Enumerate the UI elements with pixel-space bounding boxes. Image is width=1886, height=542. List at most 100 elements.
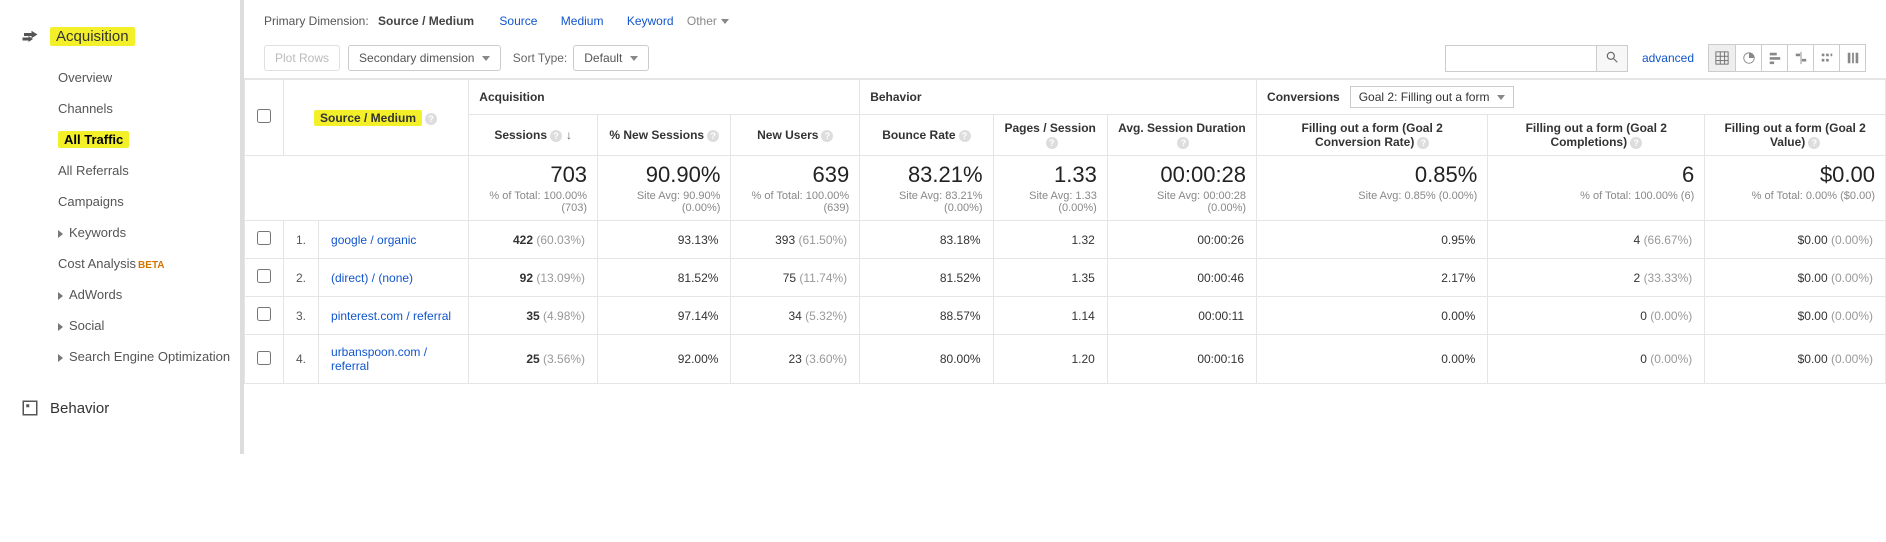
source-link[interactable]: google / organic <box>331 233 416 247</box>
sidebar-item-all-traffic[interactable]: All Traffic <box>58 124 240 155</box>
sidebar-item-keywords[interactable]: Keywords <box>58 217 240 248</box>
sidebar-item-overview[interactable]: Overview <box>58 62 240 93</box>
search-input[interactable] <box>1446 46 1596 70</box>
total-g2val: $0.00% of Total: 0.00% ($0.00) <box>1705 156 1886 221</box>
primary-dimension-bar: Primary Dimension: Source / Medium Sourc… <box>244 0 1886 38</box>
total-g2rate: 0.85%Site Avg: 0.85% (0.00%) <box>1257 156 1488 221</box>
help-icon: ? <box>1177 137 1189 149</box>
source-link[interactable]: pinterest.com / referral <box>331 309 451 323</box>
cell-g2rate: 0.00% <box>1257 297 1488 335</box>
cell-duration: 00:00:11 <box>1107 297 1256 335</box>
group-conversions: ConversionsGoal 2: Filling out a form <box>1257 80 1886 115</box>
search-button[interactable] <box>1596 46 1627 71</box>
total-bounce: 83.21%Site Avg: 83.21% (0.00%) <box>860 156 993 221</box>
total-sessions: 703% of Total: 100.00% (703) <box>469 156 598 221</box>
col-goal2-completions[interactable]: Filling out a form (Goal 2 Completions)? <box>1488 115 1705 156</box>
group-behavior: Behavior <box>860 80 1257 115</box>
conversion-goal-select[interactable]: Goal 2: Filling out a form <box>1350 86 1514 108</box>
cell-new-sessions: 97.14% <box>598 297 731 335</box>
chevron-down-icon <box>482 56 490 61</box>
col-goal2-rate[interactable]: Filling out a form (Goal 2 Conversion Ra… <box>1257 115 1488 156</box>
row-index: 1. <box>284 221 319 259</box>
view-pie-button[interactable] <box>1735 45 1761 71</box>
col-pages-session[interactable]: Pages / Session? <box>993 115 1107 156</box>
nav-section-behavior[interactable]: Behavior <box>0 392 240 424</box>
sidebar-item-cost-analysis[interactable]: Cost AnalysisBETA <box>58 248 240 279</box>
sidebar-item-social[interactable]: Social <box>58 310 240 341</box>
table-row: 2.(direct) / (none)92 (13.09%)81.52%75 (… <box>245 259 1886 297</box>
view-cloud-button[interactable] <box>1813 45 1839 71</box>
behavior-icon <box>20 398 40 418</box>
cell-new-users: 75 (11.74%) <box>731 259 860 297</box>
cell-new-sessions: 92.00% <box>598 335 731 384</box>
row-checkbox[interactable] <box>257 269 271 283</box>
view-table-button[interactable] <box>1709 45 1735 71</box>
sort-type-select[interactable]: Default <box>573 45 648 71</box>
cell-sessions: 422 (60.03%) <box>469 221 598 259</box>
col-sessions[interactable]: Sessions?↓ <box>469 115 598 156</box>
row-checkbox[interactable] <box>257 231 271 245</box>
view-pivot-button[interactable] <box>1839 45 1865 71</box>
cell-duration: 00:00:16 <box>1107 335 1256 384</box>
primary-dimension-selected[interactable]: Source / Medium <box>378 14 474 28</box>
cell-bounce: 83.18% <box>860 221 993 259</box>
row-source: (direct) / (none) <box>319 259 469 297</box>
cell-sessions: 92 (13.09%) <box>469 259 598 297</box>
dim-link-keyword[interactable]: Keyword <box>627 14 674 28</box>
total-pages: 1.33Site Avg: 1.33 (0.00%) <box>993 156 1107 221</box>
view-bar-button[interactable] <box>1761 45 1787 71</box>
sidebar-item-seo[interactable]: Search Engine Optimization <box>58 341 240 372</box>
cell-new-sessions: 93.13% <box>598 221 731 259</box>
cell-g2val: $0.00 (0.00%) <box>1705 335 1886 384</box>
cell-g2rate: 0.95% <box>1257 221 1488 259</box>
caret-icon <box>58 323 63 331</box>
comparison-icon <box>1794 51 1808 65</box>
dim-link-medium[interactable]: Medium <box>561 14 604 28</box>
cell-bounce: 80.00% <box>860 335 993 384</box>
cell-sessions: 25 (3.56%) <box>469 335 598 384</box>
row-checkbox[interactable] <box>257 351 271 365</box>
source-link[interactable]: (direct) / (none) <box>331 271 413 285</box>
cell-g2val: $0.00 (0.00%) <box>1705 297 1886 335</box>
cell-new-users: 34 (5.32%) <box>731 297 860 335</box>
advanced-link[interactable]: advanced <box>1642 51 1694 65</box>
help-icon[interactable]: ? <box>425 113 437 125</box>
chevron-down-icon <box>721 19 729 24</box>
dimension-header[interactable]: Source / Medium? <box>284 80 469 156</box>
col-avg-duration[interactable]: Avg. Session Duration? <box>1107 115 1256 156</box>
col-new-sessions[interactable]: % New Sessions? <box>598 115 731 156</box>
search-box <box>1445 45 1628 72</box>
sidebar-item-all-referrals[interactable]: All Referrals <box>58 155 240 186</box>
col-bounce-rate[interactable]: Bounce Rate? <box>860 115 993 156</box>
row-checkbox[interactable] <box>257 307 271 321</box>
cell-new-sessions: 81.52% <box>598 259 731 297</box>
cell-duration: 00:00:46 <box>1107 259 1256 297</box>
col-new-users[interactable]: New Users? <box>731 115 860 156</box>
nav-section-acquisition[interactable]: Acquisition <box>0 20 240 52</box>
row-index: 4. <box>284 335 319 384</box>
source-link[interactable]: urbanspoon.com / referral <box>331 345 427 373</box>
sidebar-item-channels[interactable]: Channels <box>58 93 240 124</box>
group-acquisition: Acquisition <box>469 80 860 115</box>
caret-icon <box>58 292 63 300</box>
sort-arrow-icon: ↓ <box>566 128 572 142</box>
select-all-checkbox[interactable] <box>257 109 271 123</box>
sidebar-item-adwords[interactable]: AdWords <box>58 279 240 310</box>
col-goal2-value[interactable]: Filling out a form (Goal 2 Value)? <box>1705 115 1886 156</box>
help-icon: ? <box>1046 137 1058 149</box>
totals-row: 703% of Total: 100.00% (703) 90.90%Site … <box>245 156 1886 221</box>
dim-link-source[interactable]: Source <box>499 14 537 28</box>
cell-bounce: 88.57% <box>860 297 993 335</box>
total-new-users: 639% of Total: 100.00% (639) <box>731 156 860 221</box>
cell-duration: 00:00:26 <box>1107 221 1256 259</box>
cell-sessions: 35 (4.98%) <box>469 297 598 335</box>
pivot-icon <box>1846 51 1860 65</box>
dim-link-other[interactable]: Other <box>687 14 729 28</box>
view-comparison-button[interactable] <box>1787 45 1813 71</box>
controls-bar: Plot Rows Secondary dimension Sort Type:… <box>244 38 1886 79</box>
secondary-dimension-button[interactable]: Secondary dimension <box>348 45 501 71</box>
nav-section-label: Behavior <box>50 400 109 417</box>
sidebar-item-campaigns[interactable]: Campaigns <box>58 186 240 217</box>
cell-g2rate: 2.17% <box>1257 259 1488 297</box>
cell-g2comp: 4 (66.67%) <box>1488 221 1705 259</box>
